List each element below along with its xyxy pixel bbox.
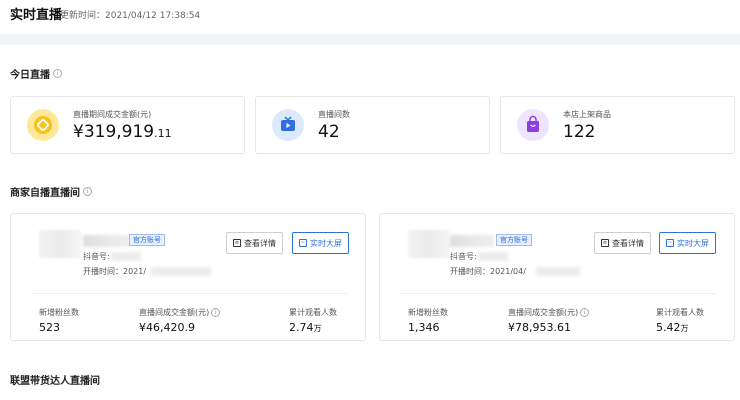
live-screen-button[interactable]: ~ 实时大屏 <box>292 232 349 254</box>
official-badge: 官方账号 <box>129 234 165 246</box>
info-icon[interactable]: i <box>580 308 590 317</box>
metric-value: ¥46,420.9 <box>139 321 195 334</box>
monitor-icon: ~ <box>666 239 674 247</box>
live-room-card: 官方账号 抖音号: 开播时间：2021/04/ ≡ 查看详情 ~ 实时大屏 新增… <box>379 213 735 341</box>
section-title-alliance-label: 联盟带货达人直播间 <box>10 376 100 387</box>
stat-card-rooms: 直播间数 42 <box>255 96 490 154</box>
section-title-merchant-label: 商家自播直播间 <box>10 188 80 199</box>
info-icon[interactable]: i <box>83 187 92 196</box>
start-time-redacted <box>536 267 580 276</box>
section-title-merchant: 商家自播直播间 i <box>10 184 92 199</box>
metric-value: 5.42万 <box>656 321 689 334</box>
divider <box>400 293 716 294</box>
monitor-icon: ~ <box>299 239 307 247</box>
avatar <box>408 230 450 258</box>
metric-label: 直播间成交金额(元) i <box>508 307 590 318</box>
header-divider-band <box>0 34 740 45</box>
metric-label: 累计观看人数 <box>289 308 337 317</box>
divider <box>31 293 347 294</box>
start-time: 开播时间：2021/ <box>83 267 147 276</box>
official-badge: 官方账号 <box>496 234 532 246</box>
account-label: 抖音号: <box>83 252 110 261</box>
metric-value: 523 <box>39 321 60 334</box>
account-id-redacted <box>478 252 508 261</box>
account-id-redacted <box>111 252 141 261</box>
metric-label: 新增粉丝数 <box>408 308 448 317</box>
room-name-redacted <box>83 235 133 247</box>
metric-label: 新增粉丝数 <box>39 308 79 317</box>
start-time-redacted <box>151 267 211 276</box>
metric-value: 1,346 <box>408 321 440 334</box>
document-icon: ≡ <box>233 239 241 247</box>
stat-card-goods: 本店上架商品 122 <box>500 96 735 154</box>
view-details-button[interactable]: ≡ 查看详情 <box>594 232 651 254</box>
tv-icon <box>272 109 304 141</box>
metric-value: 2.74万 <box>289 321 322 334</box>
page-title: 实时直播 <box>10 8 63 23</box>
coin-icon <box>27 109 59 141</box>
section-title-alliance: 联盟带货达人直播间 <box>10 372 100 387</box>
update-time: 更新时间：2021/04/12 17:38:54 <box>60 11 201 21</box>
metric-label: 累计观看人数 <box>656 308 704 317</box>
section-title-today: 今日直播 i <box>10 66 62 81</box>
live-screen-button[interactable]: ~ 实时大屏 <box>659 232 716 254</box>
stat-label: 本店上架商品 <box>563 110 611 119</box>
view-details-button[interactable]: ≡ 查看详情 <box>226 232 283 254</box>
metric-value: ¥78,953.61 <box>508 321 571 334</box>
section-title-today-label: 今日直播 <box>10 70 50 81</box>
top-bar: 实时直播 更新时间：2021/04/12 17:38:54 <box>0 0 740 34</box>
stat-value: 122 <box>563 122 596 142</box>
stat-value: ¥319,919.11 <box>73 122 172 142</box>
stat-label: 直播间数 <box>318 110 350 119</box>
document-icon: ≡ <box>601 239 609 247</box>
info-icon[interactable]: i <box>53 69 62 78</box>
stat-label: 直播期间成交金额(元) <box>73 110 152 119</box>
room-name-redacted <box>450 235 494 247</box>
avatar <box>39 230 81 258</box>
shopping-bag-icon <box>517 109 549 141</box>
stat-card-gmv: 直播期间成交金额(元) ¥319,919.11 <box>10 96 245 154</box>
stat-value: 42 <box>318 122 340 142</box>
info-icon[interactable]: i <box>211 308 221 317</box>
live-room-card: 官方账号 抖音号: 开播时间：2021/ ≡ 查看详情 ~ 实时大屏 新增粉丝数… <box>10 213 366 341</box>
metric-label: 直播间成交金额(元) i <box>139 307 221 318</box>
start-time: 开播时间：2021/04/ <box>450 267 526 276</box>
account-label: 抖音号: <box>450 252 477 261</box>
